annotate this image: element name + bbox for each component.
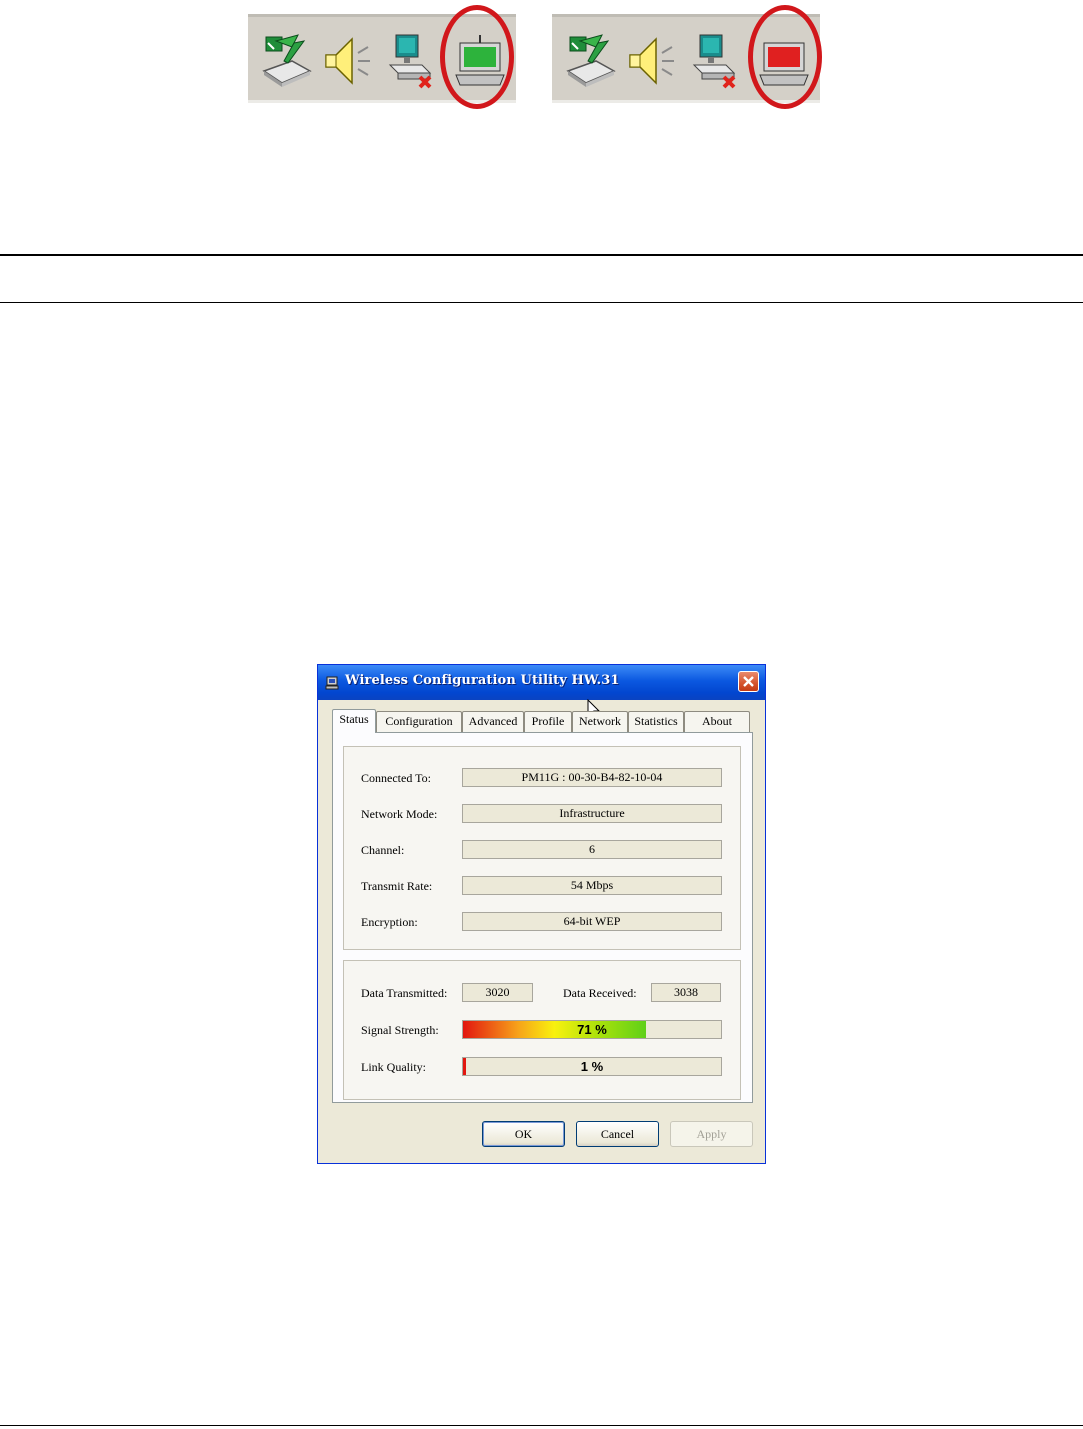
window-title: Wireless Configuration Utility HW.31 — [345, 673, 620, 688]
ok-button[interactable]: OK — [482, 1121, 565, 1147]
channel-label: Channel: — [361, 843, 405, 857]
tab-label: Configuration — [385, 714, 453, 728]
system-tray-connected — [248, 5, 516, 109]
volume-icon[interactable] — [626, 31, 686, 91]
encryption-value: 64-bit WEP — [462, 912, 722, 931]
tab-advanced[interactable]: Advanced — [462, 711, 524, 732]
connected-to-value: PM11G : 00-30-B4-82-10-04 — [462, 768, 722, 787]
footer-rule — [0, 1425, 1083, 1426]
signal-group: Data Transmitted: 3020 Data Received: 30… — [343, 960, 741, 1100]
scanner-icon[interactable] — [258, 31, 318, 91]
connected-to-label: Connected To: — [361, 771, 431, 785]
status-panel: Connected To: PM11G : 00-30-B4-82-10-04 … — [332, 732, 753, 1103]
tab-network[interactable]: Network — [572, 711, 628, 732]
tab-label: Status — [339, 712, 369, 726]
tab-label: Network — [579, 714, 621, 728]
apply-button[interactable]: Apply — [670, 1121, 753, 1147]
link-quality-label: Link Quality: — [361, 1060, 426, 1074]
highlight-circle — [440, 5, 514, 109]
tab-label: Statistics — [634, 714, 678, 728]
tab-statistics[interactable]: Statistics — [628, 711, 684, 732]
wireless-config-dialog: Wireless Configuration Utility HW.31 Sta… — [317, 664, 766, 1164]
tab-profile[interactable]: Profile — [524, 711, 572, 732]
data-transmitted-value: 3020 — [462, 983, 533, 1002]
network-disconnected-icon[interactable] — [686, 31, 746, 91]
section-rule-bottom — [0, 302, 1083, 303]
link-quality-bar: 1 % — [462, 1057, 722, 1076]
encryption-label: Encryption: — [361, 915, 418, 929]
scanner-icon[interactable] — [562, 31, 622, 91]
signal-strength-percent: 71 % — [577, 1022, 607, 1037]
network-disconnected-icon[interactable] — [382, 31, 442, 91]
link-quality-percent: 1 % — [580, 1059, 604, 1074]
tab-label: Profile — [531, 714, 565, 728]
data-received-label: Data Received: — [563, 986, 637, 1000]
signal-strength-bar: 71 % — [462, 1020, 722, 1039]
volume-icon[interactable] — [322, 31, 382, 91]
signal-strength-label: Signal Strength: — [361, 1023, 439, 1037]
highlight-circle — [748, 5, 822, 109]
app-icon — [325, 676, 339, 690]
section-rule-top — [0, 254, 1083, 256]
tab-label: Advanced — [468, 714, 518, 728]
connection-info-group: Connected To: PM11G : 00-30-B4-82-10-04 … — [343, 746, 741, 950]
close-button[interactable] — [738, 671, 759, 692]
tab-status[interactable]: Status — [332, 709, 376, 733]
transmit-rate-value: 54 Mbps — [462, 876, 722, 895]
tab-label: About — [702, 714, 732, 728]
close-icon — [743, 676, 754, 687]
network-mode-value: Infrastructure — [462, 804, 722, 823]
transmit-rate-label: Transmit Rate: — [361, 879, 433, 893]
data-transmitted-label: Data Transmitted: — [361, 986, 448, 1000]
cancel-button[interactable]: Cancel — [576, 1121, 659, 1147]
data-received-value: 3038 — [651, 983, 721, 1002]
network-mode-label: Network Mode: — [361, 807, 438, 821]
tab-about[interactable]: About — [684, 711, 750, 732]
tab-configuration[interactable]: Configuration — [376, 711, 462, 732]
system-tray-disconnected — [552, 5, 822, 109]
channel-value: 6 — [462, 840, 722, 859]
title-bar[interactable]: Wireless Configuration Utility HW.31 — [318, 665, 765, 700]
